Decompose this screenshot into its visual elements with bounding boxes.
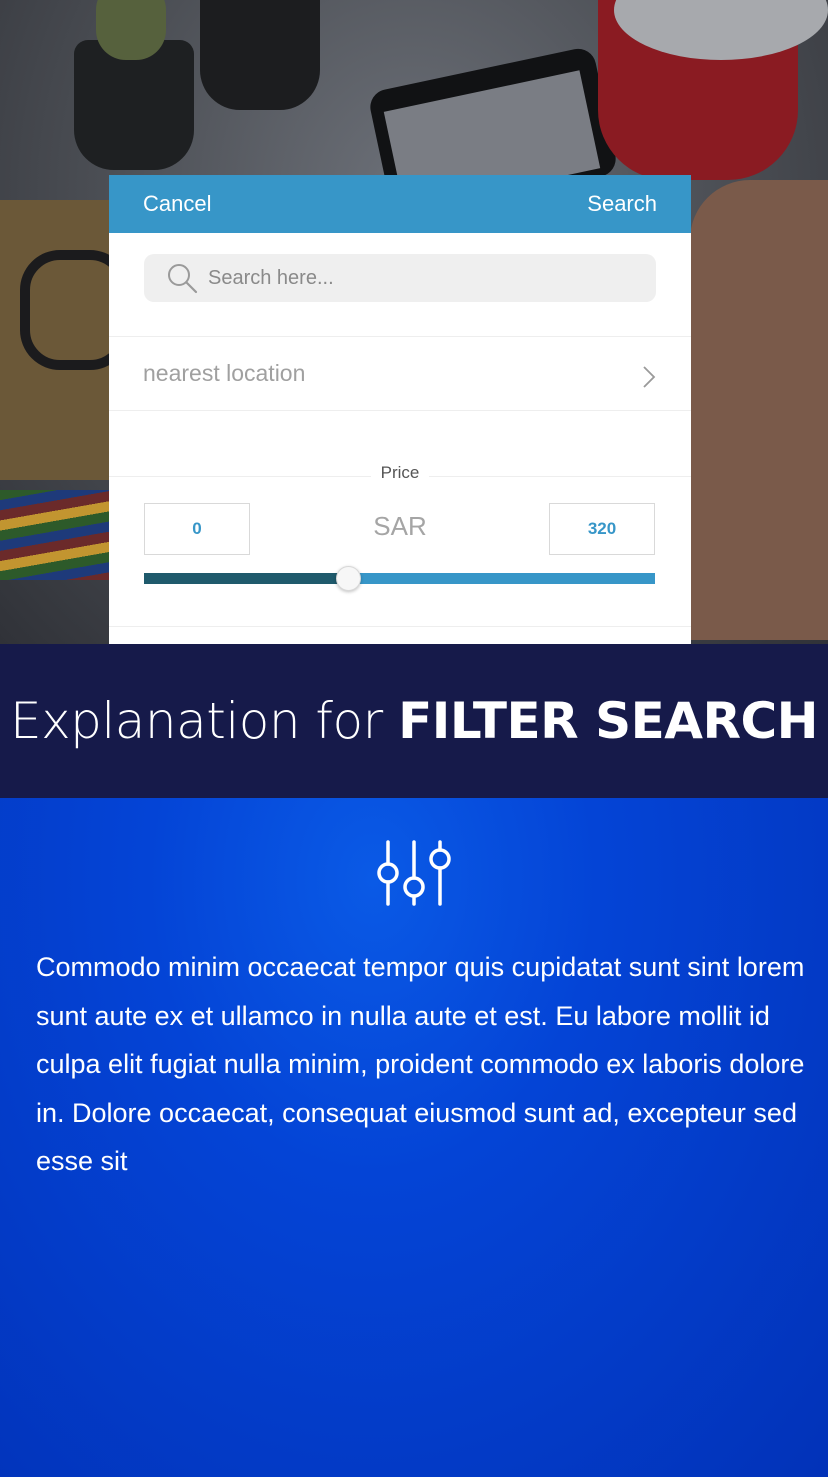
nearest-location-label: nearest location bbox=[143, 360, 306, 386]
search-row bbox=[109, 233, 691, 337]
banner-title-emphasis: FILTER SEARCH bbox=[398, 692, 818, 750]
cancel-button[interactable]: Cancel bbox=[143, 191, 211, 217]
chevron-right-icon bbox=[643, 365, 656, 388]
modal-divider bbox=[109, 626, 691, 627]
modal-header: Cancel Search bbox=[109, 175, 691, 233]
explanation-section: Commodo minim occaecat tempor quis cupid… bbox=[0, 798, 828, 1477]
search-box[interactable] bbox=[144, 254, 656, 302]
slider-thumb[interactable] bbox=[336, 566, 362, 591]
filter-modal: Cancel Search nearest location Price 0 S… bbox=[109, 175, 691, 644]
price-max-field[interactable]: 320 bbox=[549, 503, 655, 555]
nearest-location-row[interactable]: nearest location bbox=[109, 337, 691, 411]
search-icon bbox=[168, 264, 198, 294]
search-input[interactable] bbox=[208, 266, 608, 290]
search-button[interactable]: Search bbox=[587, 191, 657, 217]
banner-title: Explanation for FILTER SEARCH bbox=[9, 692, 819, 750]
price-label: Price bbox=[109, 463, 691, 483]
title-banner: Explanation for FILTER SEARCH bbox=[0, 644, 828, 798]
filter-sliders-icon bbox=[377, 840, 451, 906]
banner-title-prefix: Explanation for bbox=[9, 692, 399, 750]
price-slider[interactable] bbox=[144, 566, 655, 591]
slider-fill bbox=[144, 573, 349, 584]
explanation-body: Commodo minim occaecat tempor quis cupid… bbox=[36, 952, 805, 1176]
price-section: Price 0 SAR 320 bbox=[109, 411, 691, 626]
